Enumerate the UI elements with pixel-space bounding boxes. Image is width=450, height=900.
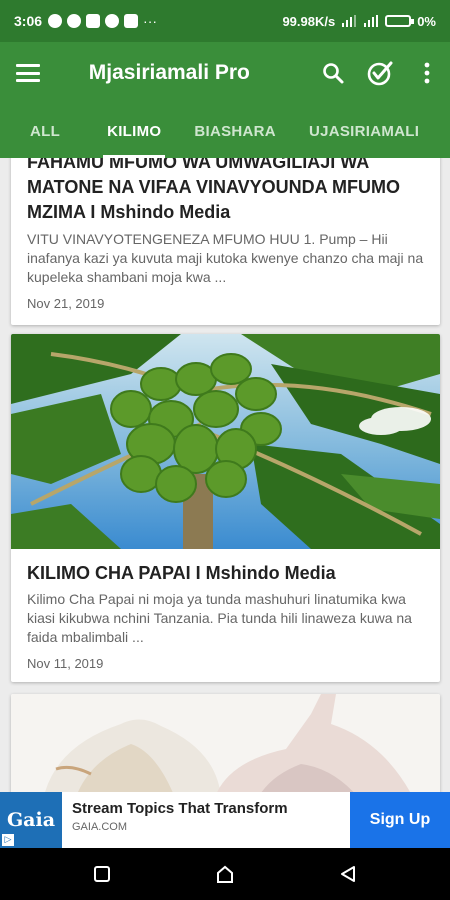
circle-icon — [105, 14, 120, 28]
status-bar: 3:06 ··· 99.98K/s 0% — [0, 0, 450, 42]
ad-headline: Stream Topics That Transform — [72, 800, 288, 817]
adchoices-icon[interactable]: ▷ — [2, 834, 14, 846]
back-button[interactable] — [324, 850, 372, 898]
tab-ujasiriamali[interactable]: UJASIRIAMALI — [309, 104, 419, 158]
post-date: Nov 11, 2019 — [27, 656, 104, 671]
net-speed: 99.98K/s — [282, 13, 336, 29]
signal-icon — [364, 15, 379, 27]
ad-logo-text: Gaia — [6, 809, 56, 831]
menu-button[interactable] — [0, 42, 57, 104]
post-excerpt: VITU VINAVYOTENGENEZA MFUMO HUU 1. Pump … — [27, 231, 424, 285]
more-options-button[interactable] — [403, 42, 450, 104]
tab-kilimo[interactable]: KILIMO — [103, 104, 166, 158]
sign-up-button[interactable]: Sign Up — [350, 792, 450, 848]
app-title: Mjasiriamali Pro — [88, 61, 250, 84]
system-nav-bar — [0, 848, 450, 900]
ad-domain: GAIA.COM — [72, 821, 128, 833]
tab-all[interactable]: ALL — [30, 104, 60, 158]
notification-icons: ··· — [48, 13, 157, 29]
post-card[interactable] — [11, 694, 440, 792]
recents-icon — [93, 866, 110, 882]
post-card[interactable]: FAHAMU MFUMO WA UMWAGILIAJI WA MATONE NA… — [11, 158, 440, 325]
post-excerpt: Kilimo Cha Papai ni moja ya tunda mashuh… — [27, 591, 412, 645]
whatsapp-icon — [48, 14, 63, 28]
recents-button[interactable] — [78, 850, 126, 898]
telegram-icon — [67, 14, 82, 28]
home-button[interactable] — [201, 850, 249, 898]
mark-read-button[interactable] — [356, 42, 403, 104]
tab-biashara[interactable]: BIASHARA — [194, 104, 276, 158]
menu-icon — [16, 64, 41, 82]
mail-icon — [124, 14, 139, 28]
home-icon — [216, 865, 233, 883]
more-notifications-icon: ··· — [143, 13, 158, 29]
papaya-tree-image — [11, 334, 440, 549]
post-card[interactable]: KILIMO CHA PAPAI I Mshindo Media Kilimo … — [11, 334, 440, 682]
category-tabs: ALL KILIMO BIASHARA UJASIRIAMALI — [0, 104, 450, 158]
status-time: 3:06 — [14, 13, 43, 29]
post-title: FAHAMU MFUMO WA UMWAGILIAJI WA MATONE NA… — [27, 158, 400, 222]
ad-banner[interactable]: Gaia ▷ Stream Topics That Transform GAIA… — [0, 792, 450, 848]
search-icon — [322, 63, 343, 84]
more-vert-icon — [424, 62, 429, 84]
ad-logo[interactable]: Gaia ▷ — [0, 792, 62, 848]
wifi-icon — [342, 15, 357, 27]
battery-icon — [385, 15, 415, 27]
battery-percent: 0% — [417, 13, 436, 29]
garlic-image — [11, 694, 440, 792]
app-bar: Mjasiriamali Pro — [0, 42, 450, 104]
post-list[interactable]: FAHAMU MFUMO WA UMWAGILIAJI WA MATONE NA… — [0, 158, 450, 792]
image-icon — [86, 14, 101, 28]
search-button[interactable] — [309, 42, 356, 104]
post-title: KILIMO CHA PAPAI I Mshindo Media — [27, 563, 336, 583]
back-icon — [341, 866, 356, 882]
post-date: Nov 21, 2019 — [27, 296, 105, 311]
check-circle-icon — [367, 61, 392, 86]
